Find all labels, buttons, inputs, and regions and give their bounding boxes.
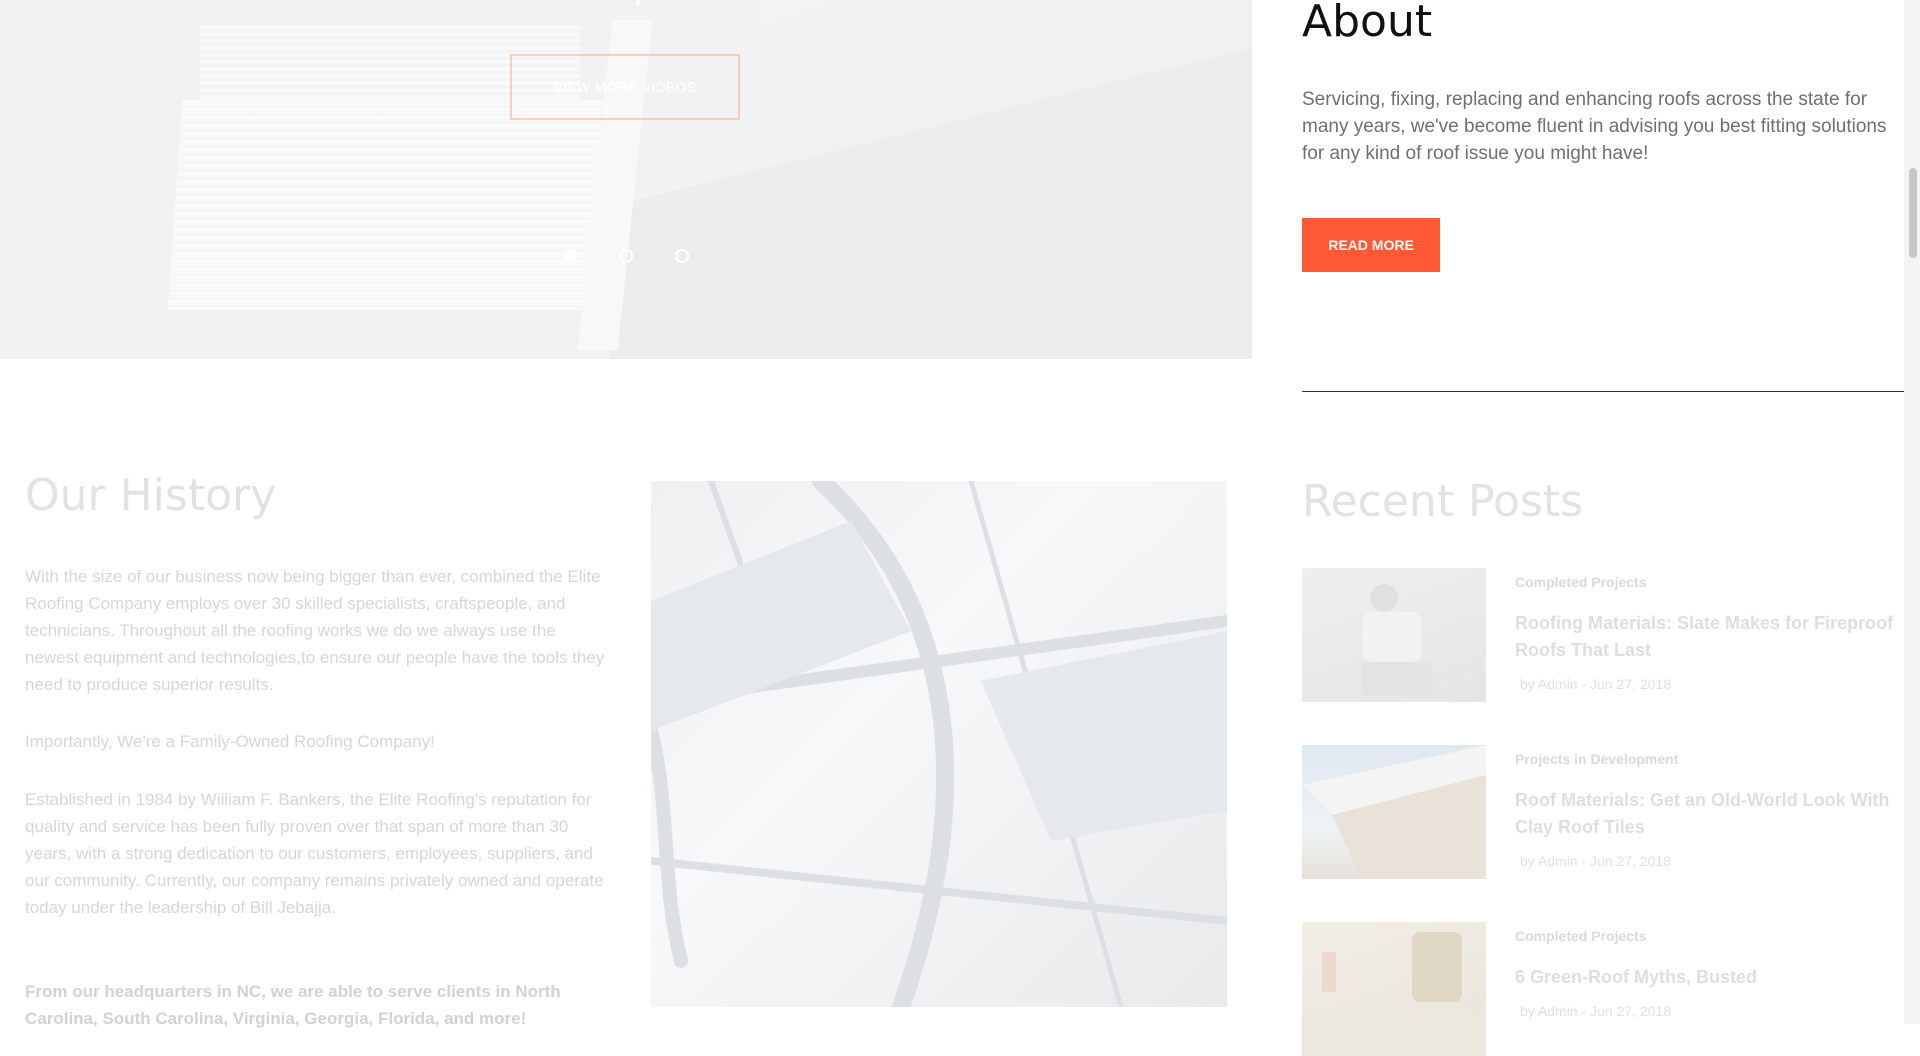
slider-marker xyxy=(636,0,640,5)
view-more-videos-button[interactable]: VIEW MORE VIDEOS xyxy=(510,54,740,120)
recent-posts-section: Recent Posts Completed Projects Roofing … xyxy=(1302,476,1902,1056)
slider-pagination xyxy=(563,249,689,263)
roof-eave-illustration xyxy=(1302,745,1486,879)
post-category[interactable]: Completed Projects xyxy=(1515,928,1646,944)
post-title[interactable]: Roofing Materials: Slate Makes for Firep… xyxy=(1515,610,1895,664)
section-divider xyxy=(1302,391,1904,392)
history-section: Our History With the size of our busines… xyxy=(25,470,605,1028)
post-meta: by Admin - Jun 27, 2018 xyxy=(1520,676,1671,692)
page-scrollbar[interactable] xyxy=(1904,0,1920,1024)
post-meta: by Admin - Jun 27, 2018 xyxy=(1520,853,1671,869)
scrollbar-thumb[interactable] xyxy=(1909,168,1917,258)
history-paragraph-2: Importantly, We're a Family-Owned Roofin… xyxy=(25,732,435,751)
history-image xyxy=(651,481,1227,1007)
recent-posts-title: Recent Posts xyxy=(1302,476,1584,527)
post-item[interactable]: Completed Projects Roofing Materials: Sl… xyxy=(1302,568,1902,702)
slider-dot-3[interactable] xyxy=(675,249,689,263)
history-paragraph-1: With the size of our business now being … xyxy=(25,567,605,694)
post-meta: by Admin - Jun 27, 2018 xyxy=(1520,1003,1671,1019)
about-text: Servicing, fixing, replacing and enhanci… xyxy=(1302,89,1887,164)
post-item[interactable]: Completed Projects 6 Green-Roof Myths, B… xyxy=(1302,922,1902,1056)
roof-worker-illustration xyxy=(1302,932,1486,1056)
history-title: Our History xyxy=(25,470,277,521)
post-title[interactable]: Roof Materials: Get an Old-World Look Wi… xyxy=(1515,787,1895,841)
post-category[interactable]: Projects in Development xyxy=(1515,751,1678,767)
read-more-button[interactable]: READ MORE xyxy=(1302,218,1440,272)
post-title[interactable]: 6 Green-Roof Myths, Busted xyxy=(1515,964,1895,991)
post-category[interactable]: Completed Projects xyxy=(1515,574,1646,590)
slider-dot-1[interactable] xyxy=(563,249,577,263)
skylight-illustration xyxy=(651,481,1227,1007)
post-item[interactable]: Projects in Development Roof Materials: … xyxy=(1302,745,1902,879)
post-thumbnail[interactable] xyxy=(1302,745,1486,879)
slider-dot-2[interactable] xyxy=(619,249,633,263)
post-thumbnail[interactable] xyxy=(1302,922,1486,1056)
history-paragraph-3: Established in 1984 by William F. Banker… xyxy=(25,790,604,917)
about-title: About xyxy=(1302,0,1433,47)
worker-illustration xyxy=(1362,584,1432,696)
video-slider: VIEW MORE VIDEOS xyxy=(0,0,1252,359)
post-thumbnail[interactable] xyxy=(1302,568,1486,702)
